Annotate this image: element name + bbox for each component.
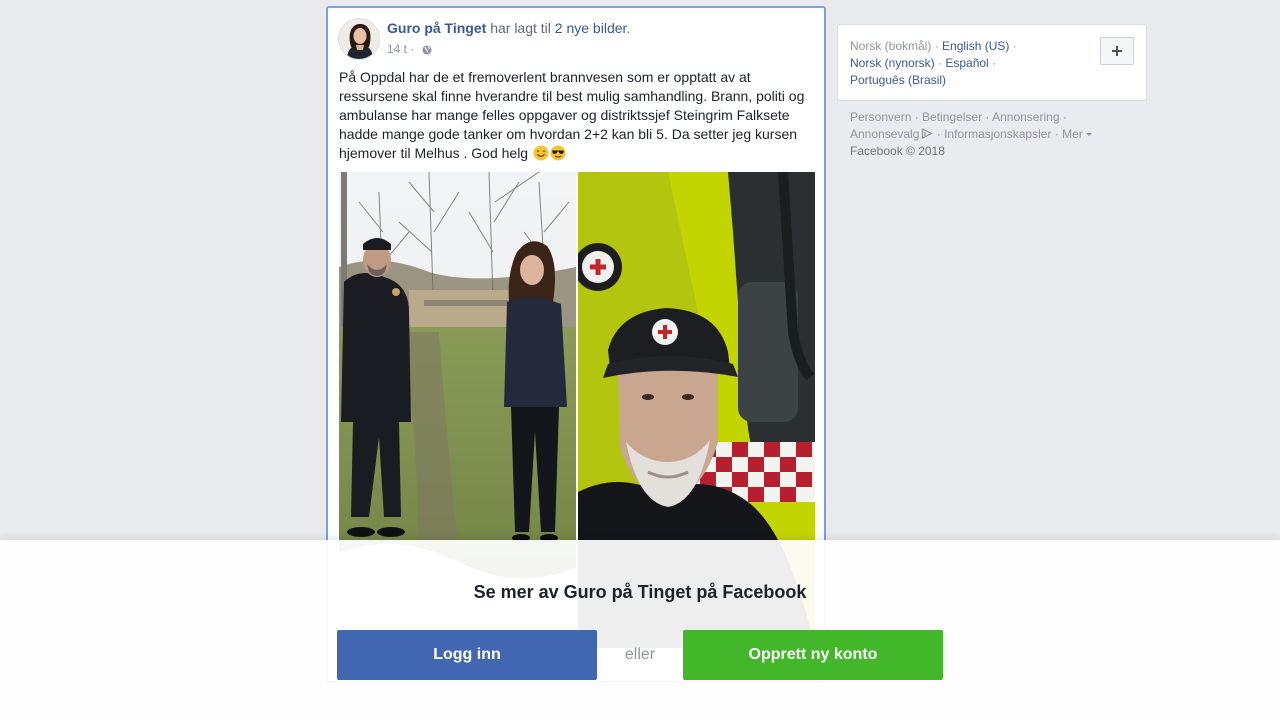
author-link[interactable]: Guro på Tinget (387, 20, 486, 36)
create-account-button[interactable]: Opprett ny konto (683, 630, 943, 680)
or-label: eller (624, 646, 656, 663)
login-prompt-bar: Se mer av Guro på Tinget på Facebook Log… (0, 540, 1280, 720)
language-norsk-nynorsk[interactable]: Norsk (nynorsk) (850, 56, 935, 70)
login-button[interactable]: Logg inn (337, 630, 597, 680)
action-end: . (626, 20, 631, 36)
timestamp-link[interactable]: 14 t (387, 42, 407, 56)
language-separator: · (988, 56, 1000, 70)
language-current: Norsk (bokmål) (850, 39, 932, 53)
login-prompt-title-text: Se mer av Guro på Tinget på Facebook (473, 582, 807, 602)
language-portugues-brasil[interactable]: Português (Brasil) (850, 73, 946, 87)
post-text: På Oppdal har de et fremoverlent brannve… (339, 68, 809, 163)
footer-separator: · (933, 127, 945, 141)
language-english-us[interactable]: English (US) (942, 39, 1009, 53)
language-box: Norsk (bokmål) · English (US) · Norsk (n… (837, 24, 1147, 101)
footer-link-personvern[interactable]: Personvern (850, 110, 911, 124)
language-espanol[interactable]: Español (945, 56, 988, 70)
language-separator: · (934, 56, 946, 70)
footer-link-informasjonskapsler[interactable]: Informasjonskapsler (944, 127, 1051, 141)
footer-separator: · (911, 110, 923, 124)
footer-link-betingelser[interactable]: Betingelser (922, 110, 982, 124)
post-body: På Oppdal har de et fremoverlent brannve… (339, 69, 805, 161)
post-header-line: Guro på Tinget har lagt til 2 nye bilder… (387, 20, 630, 36)
post-meta: 14 t · (387, 42, 432, 56)
photos-link[interactable]: 2 nye bilder (555, 20, 627, 36)
globe-icon[interactable] (422, 44, 432, 55)
footer-separator: · (982, 110, 993, 124)
avatar-image (339, 19, 379, 59)
post-header: Guro på Tinget har lagt til 2 nye bilder… (338, 18, 814, 60)
smiling-face-icon (533, 145, 549, 161)
footer-separator: · (1059, 110, 1071, 124)
add-language-button[interactable] (1100, 37, 1134, 65)
language-separator: · (1009, 39, 1021, 53)
footer-link-mer[interactable]: Mer (1062, 127, 1083, 141)
caret-down-icon (1085, 133, 1092, 136)
footer-separator: · (1051, 127, 1063, 141)
adchoices-icon (921, 127, 934, 139)
footer-links: Personvern · Betingelser · Annonsering ·… (850, 109, 1140, 160)
meta-separator: · (407, 42, 418, 56)
language-separator: · (931, 39, 943, 53)
sunglasses-face-icon (550, 145, 566, 161)
plus-icon (1112, 46, 1122, 56)
footer-link-annonsevalg[interactable]: Annonsevalg (850, 127, 919, 141)
language-list: Norsk (bokmål) · English (US) · Norsk (n… (850, 38, 1090, 89)
action-text: har lagt til (486, 20, 555, 36)
avatar[interactable] (338, 18, 380, 60)
login-prompt-title: Se mer av Guro på Tinget på Facebook (0, 582, 1280, 603)
footer-link-annonsering[interactable]: Annonsering (992, 110, 1059, 124)
copyright: Facebook © 2018 (850, 144, 945, 158)
